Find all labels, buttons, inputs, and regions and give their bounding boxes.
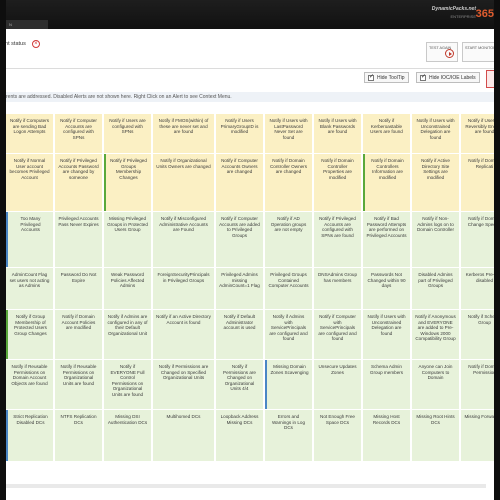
alert-tile[interactable]: Notify if FMOS(within) of these are neve… (153, 114, 215, 153)
alert-tile[interactable]: ForeignSecurityPrincipals in Privileged … (153, 268, 215, 309)
alert-row: Strict Replication Disabled DCs NTFS Repl… (0, 410, 500, 462)
alert-row: Notify if Normal User account becomes Pr… (0, 154, 500, 212)
alert-tile[interactable]: Notify if Misconfigured Administrative A… (153, 212, 215, 267)
alert-tile[interactable]: Notify if Kerberoastable Users are found (363, 114, 411, 153)
app-window: N DynamicPacks.net ENTERPRISE 365 ent st… (0, 0, 500, 500)
alert-tile[interactable]: Schema Admin Group members (363, 360, 411, 409)
alert-tile[interactable]: Anyone can Join Computers to Domain (412, 360, 460, 409)
alert-tile[interactable]: Notify if EVERYONE Full Control Permissi… (104, 360, 152, 409)
alert-row: Notify if Reusable Permissions on Domain… (0, 360, 500, 410)
checkbox-icon (420, 73, 426, 81)
alert-tile[interactable]: Notify if Permissions are Changed on Org… (216, 360, 264, 409)
alert-tile[interactable]: Notify if Admins with ServicePrincipals … (265, 310, 313, 359)
alert-tile[interactable]: Notify if Default Administrator account … (216, 310, 264, 359)
alert-tile[interactable]: Notify if Privileged Groups Membership C… (104, 154, 152, 211)
brand-name: DynamicPacks.net (431, 6, 476, 12)
alert-tile[interactable]: Notify if Computers are sending Bad Logo… (6, 114, 54, 153)
alert-tile[interactable]: Privileged Groups Contained Computer Acc… (265, 268, 313, 309)
alert-tile[interactable]: Notify if Non-Admins logs on to Domain C… (412, 212, 460, 267)
horizontal-scrollbar[interactable] (6, 484, 486, 488)
play-icon (445, 49, 454, 58)
alert-tile[interactable]: Notify if Computer with ServicePrincipal… (314, 310, 362, 359)
alert-tile[interactable]: Notify if Reusable Permissions on Domain… (6, 360, 54, 409)
alert-tile[interactable]: NTFS Replication DCs (55, 410, 103, 461)
alert-tile[interactable]: Privileged Accounts Pass Never Expires (55, 212, 103, 267)
hide-ioc-toggle[interactable]: Hide IOC/IOE Labels (416, 72, 480, 83)
close-icon[interactable]: × (31, 40, 40, 48)
hide-tooltip-label: Hide ToolTip (377, 74, 405, 81)
alert-tile[interactable]: Missing Privileged Groups in Protected U… (104, 212, 152, 267)
alert-tile[interactable]: Errors and Warnings in Log DCs (265, 410, 313, 461)
alert-tile[interactable]: Missing Host Records DCs (363, 410, 411, 461)
alert-tile[interactable]: Notify if Users are configured with SPNs (104, 114, 152, 153)
alert-tile[interactable]: Notify if Domain Account Policies are mo… (55, 310, 103, 359)
alert-tile[interactable]: Notify if Computer Accounts are configur… (55, 114, 103, 153)
right-edge (494, 0, 500, 500)
alert-tile[interactable]: Notify if Users with LastPassword Never … (265, 114, 313, 153)
alert-tile[interactable]: Notify if Active Directory Site Settings… (412, 154, 460, 211)
start-monitoring-label: START MONITOR (465, 46, 496, 50)
alert-tile[interactable]: Notify if Users with Unconstrained Deleg… (363, 310, 411, 359)
alert-tile[interactable]: Strict Replication Disabled DCs (6, 410, 54, 461)
footer (0, 484, 500, 500)
alert-tile[interactable]: Too Many Privileged Accounts (6, 212, 54, 267)
hide-ioc-label: Hide IOC/IOE Labels (429, 74, 476, 81)
alert-tile[interactable]: Notify if Permissions are Changed on Spe… (153, 360, 215, 409)
alert-tile[interactable]: Missing Domain Zones Scavenging (265, 360, 313, 409)
brand-number: 365 (475, 8, 494, 20)
alert-tile[interactable]: Notify if Computer Accounts are added to… (216, 212, 264, 267)
alert-tile[interactable]: Missing DSI Authentication DCs (104, 410, 152, 461)
alert-row: Notify if Group Membership of Protected … (0, 310, 500, 360)
alert-tile[interactable]: Notify if Computer Accounts Owners are c… (216, 154, 264, 211)
alert-tile[interactable]: Passwords Not Changed within 90 days (363, 268, 411, 309)
info-text: rents are addressed. Disabled Alerts are… (6, 94, 232, 100)
hide-tooltip-toggle[interactable]: Hide ToolTip (364, 72, 409, 83)
alert-tile[interactable]: AdminCount Flag set users not acting as … (6, 268, 54, 309)
alert-tile[interactable]: Privileged Admins missing AdminCount=1 F… (216, 268, 264, 309)
alert-tile[interactable]: Weak Password Policies Affected Admins (104, 268, 152, 309)
brand-logo: DynamicPacks.net ENTERPRISE (432, 6, 476, 20)
brand-sub: ENTERPRISE (450, 14, 476, 19)
left-edge (0, 0, 6, 500)
alert-tile[interactable]: Not Enough Free Space DCs (314, 410, 362, 461)
divider (6, 68, 494, 69)
alert-tile[interactable]: Notify if Bad Password Attempts are perf… (363, 212, 411, 267)
alert-tile[interactable]: Notify if Users PrimaryGroupID is modifi… (216, 114, 264, 153)
alert-tile[interactable]: Notify if Normal User account becomes Pr… (6, 154, 54, 211)
active-tab[interactable]: N (6, 20, 48, 29)
alert-tile[interactable]: Multihomed DCs (153, 410, 215, 461)
alert-tile[interactable]: Notify if Domain Controller Owners are c… (265, 154, 313, 211)
alert-row: AdminCount Flag set users not acting as … (0, 268, 500, 310)
alert-tile[interactable]: Notify if Domain Controllers Information… (363, 154, 411, 211)
alert-tile[interactable]: Disabled Admins part of Privileged Group… (412, 268, 460, 309)
alert-tile[interactable]: Notify if Domain Controller Properties a… (314, 154, 362, 211)
alert-tile[interactable]: Notify if an Active Directory Account is… (153, 310, 215, 359)
checkbox-icon (368, 73, 374, 81)
alert-tile[interactable]: Notify if Users with Blank Passwords are… (314, 114, 362, 153)
alert-tile[interactable]: Notify if Users with Unconstrained Deleg… (412, 114, 460, 153)
alert-tile[interactable]: Notify if AD Operation groups are not em… (265, 212, 313, 267)
alert-tile[interactable]: Unsecure Updates Zones (314, 360, 362, 409)
alert-tile[interactable]: Notify if Organizational Units Owners ar… (153, 154, 215, 211)
alert-tile[interactable]: Notify if Privileged Accounts Password a… (55, 154, 103, 211)
alert-tile[interactable]: DNSAdmins Group has members (314, 268, 362, 309)
alert-tile[interactable]: Notify if Group Membership of Protected … (6, 310, 54, 359)
alert-tile[interactable]: Notify if Anonymous and EVERYONE are add… (412, 310, 460, 359)
alert-tile[interactable]: Notify if Reusable Permissions on Organi… (55, 360, 103, 409)
alert-tile[interactable]: Password Do Not Expire (55, 268, 103, 309)
alert-row: Notify if Computers are sending Bad Logo… (0, 114, 500, 154)
info-bar: rents are addressed. Disabled Alerts are… (6, 92, 494, 102)
title-bar: N DynamicPacks.net ENTERPRISE 365 (0, 0, 500, 29)
alert-tile[interactable]: Loopback Address Missing DCs (216, 410, 264, 461)
alert-tile[interactable]: Notify if Privileged Accounts are config… (314, 212, 362, 267)
alert-tile[interactable]: Notify if Admins are configured in any o… (104, 310, 152, 359)
alert-row: Too Many Privileged Accounts Privileged A… (0, 212, 500, 268)
test-again-button[interactable]: TEST AGAIN (426, 42, 458, 62)
alert-tile[interactable]: Missing Root Hints DCs (412, 410, 460, 461)
